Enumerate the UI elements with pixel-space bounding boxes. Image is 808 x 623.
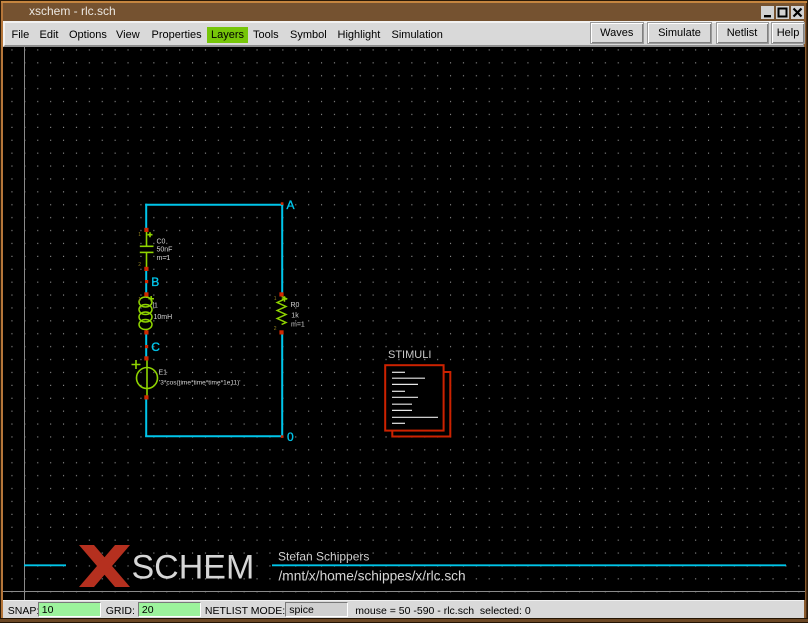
svg-text:R0: R0 xyxy=(291,302,300,309)
svg-text:1: 1 xyxy=(138,232,141,238)
svg-text:B: B xyxy=(151,275,159,289)
svg-text:m=1: m=1 xyxy=(291,322,305,329)
svg-text:1: 1 xyxy=(138,297,141,303)
svg-text:0: 0 xyxy=(287,430,294,444)
svg-text:2: 2 xyxy=(274,326,277,332)
svg-text:m=1: m=1 xyxy=(157,255,171,262)
svg-text:C0: C0 xyxy=(157,238,166,245)
svg-text:50nF: 50nF xyxy=(157,247,173,254)
svg-text:'3*cos(time*time*time*1e11)': '3*cos(time*time*time*1e11)' xyxy=(159,379,240,386)
svg-text:1k: 1k xyxy=(291,313,299,320)
svg-text:STIMULI: STIMULI xyxy=(388,349,431,361)
svg-text:Stefan Schippers: Stefan Schippers xyxy=(278,550,369,564)
svg-text:C: C xyxy=(151,340,160,354)
svg-text:10mH: 10mH xyxy=(154,314,173,321)
svg-text:2: 2 xyxy=(138,262,141,268)
svg-text:E1: E1 xyxy=(159,369,168,376)
svg-text:/mnt/x/home/schippes/x/rlc.sch: /mnt/x/home/schippes/x/rlc.sch xyxy=(279,569,466,584)
svg-text:l1: l1 xyxy=(153,303,159,310)
svg-text:1: 1 xyxy=(274,296,277,302)
svg-text:SCHEM: SCHEM xyxy=(132,549,255,587)
svg-text:A: A xyxy=(287,198,295,212)
